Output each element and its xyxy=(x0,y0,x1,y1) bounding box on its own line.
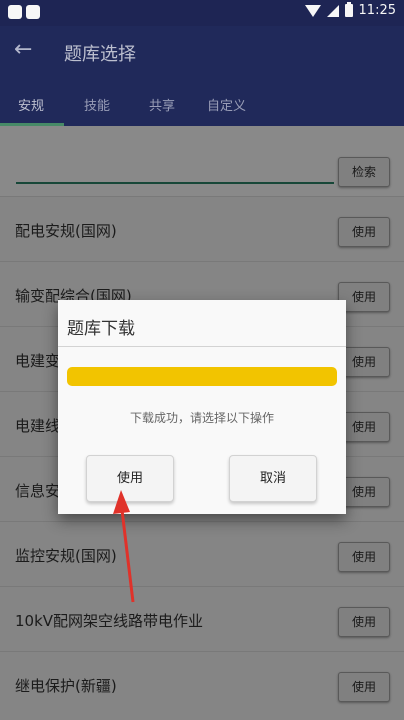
dialog-use-button[interactable]: 使用 xyxy=(86,455,174,502)
dialog-divider xyxy=(58,346,346,347)
download-dialog: 题库下载 下载成功，请选择以下操作 使用 取消 xyxy=(58,300,346,514)
dialog-cancel-button[interactable]: 取消 xyxy=(229,455,317,502)
download-progress-bar xyxy=(67,367,337,386)
dialog-message: 下载成功，请选择以下操作 xyxy=(129,411,274,425)
dialog-title: 题库下载 xyxy=(67,319,135,339)
